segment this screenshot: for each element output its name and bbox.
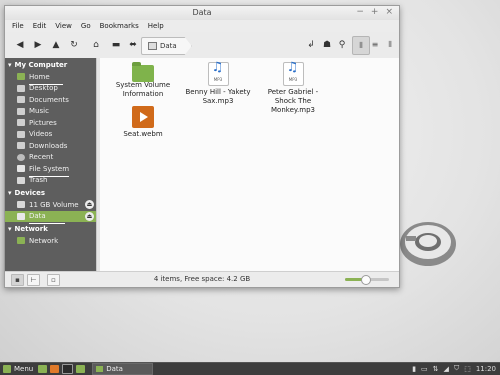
drive-icon	[17, 201, 25, 209]
file-view: System Volume Information ♫ MP3 Benny Hil…	[100, 58, 399, 272]
home-icon[interactable]: ⌂	[89, 38, 103, 52]
file-label: Benny Hill - Yakety Sax.mp3	[185, 88, 251, 105]
terminal-icon[interactable]: ↲	[304, 38, 318, 52]
menu-edit[interactable]: Edit	[33, 22, 47, 30]
file-item-seat-webm[interactable]: Seat.webm	[108, 106, 178, 139]
video-file-icon	[132, 106, 154, 128]
status-text: 4 items, Free space: 4.2 GB	[153, 275, 251, 283]
menu-button[interactable]: Menu	[0, 363, 38, 375]
home-folder-icon	[17, 73, 25, 81]
file-label: System Volume Information	[115, 81, 171, 98]
zoom-slider[interactable]	[345, 275, 389, 285]
window-title: Data	[192, 8, 212, 17]
updates-icon[interactable]: ⬚	[464, 365, 471, 373]
downloads-icon	[17, 142, 25, 150]
sidebar-item-documents[interactable]: Documents	[5, 94, 96, 106]
minimize-button[interactable]: −	[356, 7, 364, 17]
videos-icon	[17, 130, 25, 138]
sidebar-section-devices[interactable]: ▾ Devices	[5, 186, 96, 199]
location-toggle-icon[interactable]: ⬌	[126, 38, 140, 52]
eject-icon[interactable]: ⏏	[85, 200, 94, 209]
audio-file-icon: ♫ MP3	[207, 61, 229, 86]
files-icon[interactable]	[76, 365, 86, 373]
forward-arrow-icon[interactable]: ▶	[31, 38, 45, 52]
close-button[interactable]: ×	[385, 7, 393, 17]
file-label: Seat.webm	[123, 130, 163, 138]
file-label: Peter Gabriel - Shock The Monkey.mp3	[267, 88, 319, 114]
network-icon[interactable]: ⇅	[433, 365, 439, 373]
sidebar-item-music[interactable]: Music	[5, 106, 96, 118]
clock[interactable]: 11:20	[476, 365, 496, 373]
folder-icon	[96, 366, 104, 372]
sidebar-item-network[interactable]: Network	[5, 235, 96, 247]
file-item-benny-hill[interactable]: ♫ MP3 Benny Hill - Yakety Sax.mp3	[183, 61, 253, 106]
documents-icon	[17, 96, 25, 104]
taskbar-item-data[interactable]: Data	[92, 363, 154, 375]
file-item-peter-gabriel[interactable]: ♫ MP3 Peter Gabriel - Shock The Monkey.mp…	[258, 61, 328, 115]
file-item-system-volume-information[interactable]: System Volume Information	[108, 62, 178, 99]
sidebar-item-data[interactable]: Data ⏏	[5, 210, 96, 224]
sidebar-item-pictures[interactable]: Pictures	[5, 117, 96, 129]
breadcrumb-label: Data	[160, 42, 177, 50]
menu-help[interactable]: Help	[148, 22, 164, 30]
volume-icon[interactable]: ◢	[444, 365, 449, 373]
chevron-down-icon: ▾	[8, 60, 12, 69]
desktop-icon	[17, 84, 25, 92]
eject-icon[interactable]: ⏏	[85, 211, 94, 221]
sidebar-item-11gb-volume[interactable]: 11 GB Volume ⏏	[5, 199, 96, 213]
zoom-handle[interactable]	[360, 275, 371, 285]
menu-view[interactable]: View	[55, 22, 72, 30]
chevron-down-icon: ▾	[8, 188, 12, 197]
folder-icon	[132, 62, 154, 82]
sidebar-item-desktop[interactable]: Desktop	[5, 83, 96, 95]
maximize-button[interactable]: +	[371, 7, 379, 17]
music-icon	[17, 107, 25, 115]
breadcrumb-data[interactable]: Data	[141, 37, 192, 55]
system-tray: ▮ ▭ ⇅ ◢ ⛉ ⬚ 11:20	[412, 364, 496, 373]
sidebar-item-trash[interactable]: Trash	[5, 175, 96, 187]
reload-icon[interactable]: ↻	[67, 38, 81, 52]
network-icon	[17, 237, 25, 245]
terminal-icon[interactable]	[62, 364, 74, 374]
toolbar: ◀ ▶ ▲ ↻ ⌂ ▬ ⬌ Data ↲ ☗ ⚲ ⦀ ≡ ⫴	[5, 32, 399, 59]
firefox-icon[interactable]	[50, 365, 60, 373]
sidebar-item-recent[interactable]: Recent	[5, 152, 96, 164]
mint-menu-icon	[3, 365, 11, 373]
menu-go[interactable]: Go	[81, 22, 91, 30]
menu-bookmarks[interactable]: Bookmarks	[100, 22, 139, 30]
menu-file[interactable]: File	[12, 22, 24, 30]
search-icon[interactable]: ⚲	[335, 38, 349, 52]
computer-icon[interactable]: ▬	[109, 38, 123, 52]
status-bar: ▪ ⊢ ▫ 4 items, Free space: 4.2 GB	[5, 271, 399, 287]
clipboard-icon[interactable]: ▮	[412, 365, 416, 373]
sidebar: ▾ My Computer Home Desktop Documents Musi…	[5, 58, 96, 272]
filesystem-icon	[17, 165, 25, 173]
sidebar-item-file-system[interactable]: File System	[5, 163, 96, 177]
file-manager-window: Data − + × File Edit View Go Bookmarks H…	[4, 5, 400, 288]
sidebar-item-videos[interactable]: Videos	[5, 129, 96, 141]
update-shield-icon[interactable]: ⛉	[454, 364, 459, 373]
bookmark-icon[interactable]: ☗	[320, 38, 334, 52]
back-arrow-icon[interactable]: ◀	[13, 38, 27, 52]
menu-bar: File Edit View Go Bookmarks Help	[5, 20, 399, 32]
mint-logo-icon	[400, 222, 456, 266]
pictures-icon	[17, 119, 25, 127]
list-view-button[interactable]: ≡	[367, 36, 383, 53]
compact-view-button[interactable]: ⫴	[382, 36, 398, 53]
show-desktop-icon[interactable]	[38, 365, 48, 373]
sidebar-section-my-computer[interactable]: ▾ My Computer	[5, 58, 96, 71]
sidebar-item-downloads[interactable]: Downloads	[5, 140, 96, 152]
display-icon[interactable]: ▭	[421, 365, 428, 373]
bottom-panel: Menu Data ▮ ▭ ⇅ ◢ ⛉ ⬚ 11:20	[0, 362, 500, 375]
up-arrow-icon[interactable]: ▲	[49, 38, 63, 52]
title-bar[interactable]: Data − + ×	[5, 6, 399, 20]
chevron-down-icon: ▾	[8, 224, 12, 233]
sidebar-item-home[interactable]: Home	[5, 71, 96, 85]
recent-icon	[17, 153, 25, 161]
audio-file-icon: ♫ MP3	[282, 61, 304, 86]
drive-icon	[148, 42, 157, 50]
drive-icon	[17, 212, 25, 220]
trash-icon	[17, 176, 25, 184]
